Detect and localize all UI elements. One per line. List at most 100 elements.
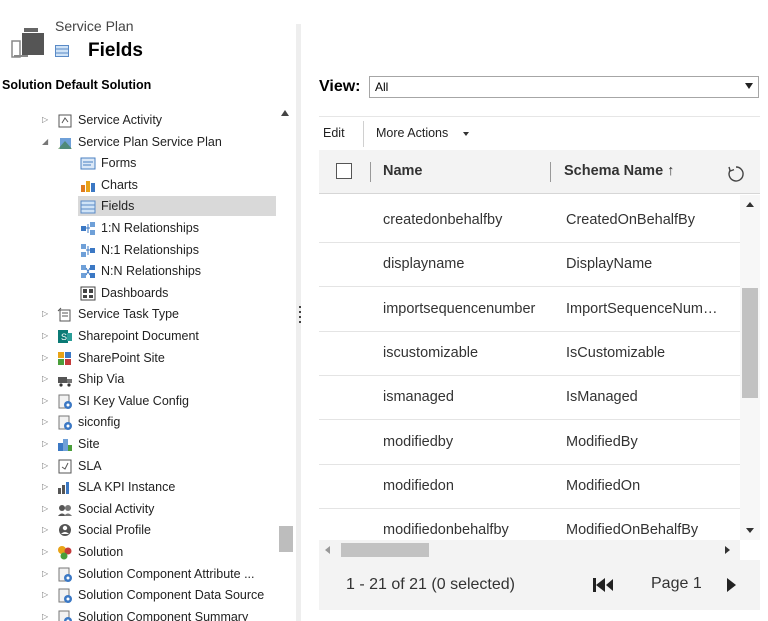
- cell-name[interactable]: ismanaged: [383, 389, 454, 405]
- cell-schema-name: ModifiedOnBehalfBy: [566, 522, 699, 539]
- collapse-arrow-icon[interactable]: ▷: [42, 585, 50, 605]
- cell-name[interactable]: displayname: [383, 256, 464, 272]
- cell-name[interactable]: modifiedby: [383, 434, 453, 450]
- refresh-icon[interactable]: [726, 164, 746, 184]
- sla-icon: [58, 459, 72, 474]
- tree-item[interactable]: ▷ Social Profile: [0, 520, 296, 540]
- column-header-schema-name[interactable]: Schema Name ↑: [564, 163, 674, 179]
- tree-item[interactable]: Forms: [0, 153, 296, 173]
- collapse-arrow-icon[interactable]: ▷: [42, 607, 50, 621]
- tree-item[interactable]: N:N Relationships: [0, 261, 296, 281]
- tree-item[interactable]: Dashboards: [0, 283, 296, 303]
- collapse-arrow-icon[interactable]: ▷: [42, 412, 50, 432]
- scroll-down-icon[interactable]: [746, 528, 754, 533]
- fields-icon: [55, 45, 69, 57]
- view-selector[interactable]: All: [369, 76, 759, 98]
- cell-name[interactable]: createdonbehalfby: [383, 212, 502, 228]
- tree-item[interactable]: N:1 Relationships: [0, 240, 296, 260]
- tree-item-label: SLA: [78, 458, 102, 473]
- table-row[interactable]: importsequencenumber ImportSequenceNum…: [319, 288, 740, 332]
- splitter-grip-icon[interactable]: [298, 306, 301, 326]
- tree-item[interactable]: ▷ siconfig: [0, 412, 296, 432]
- scroll-thumb[interactable]: [341, 543, 429, 557]
- tree-item[interactable]: ▷ SharePoint Site: [0, 348, 296, 368]
- collapse-arrow-icon[interactable]: ▷: [42, 304, 50, 324]
- config-icon: [58, 415, 72, 431]
- tree-item[interactable]: ▷ S Sharepoint Document: [0, 326, 296, 346]
- table-row[interactable]: modifiedon ModifiedOn: [319, 465, 740, 509]
- grid-header: Name Schema Name ↑: [319, 150, 760, 194]
- collapse-arrow-icon[interactable]: ▷: [42, 110, 50, 130]
- cell-name[interactable]: iscustomizable: [383, 345, 478, 361]
- collapse-arrow-icon[interactable]: ▷: [42, 456, 50, 476]
- tree-item-label: Service Task Type: [78, 307, 179, 322]
- tree-item[interactable]: ▷ SLA KPI Instance: [0, 477, 296, 497]
- scroll-up-icon[interactable]: [281, 110, 289, 116]
- tree-item[interactable]: ▷ Service Activity: [0, 110, 296, 130]
- tree-item[interactable]: ▷ Solution: [0, 542, 296, 562]
- more-actions-button[interactable]: More Actions: [376, 126, 448, 140]
- table-row[interactable]: modifiedonbehalfby ModifiedOnBehalfBy: [319, 509, 740, 540]
- cell-name[interactable]: modifiedon: [383, 478, 454, 494]
- page-number: Page 1: [651, 575, 702, 592]
- table-row[interactable]: modifiedby ModifiedBy: [319, 421, 740, 465]
- tree-item[interactable]: ▷ SLA: [0, 456, 296, 476]
- table-row[interactable]: displayname DisplayName: [319, 243, 740, 288]
- tree-item[interactable]: ▷ SI Key Value Config: [0, 391, 296, 411]
- collapse-arrow-icon[interactable]: ▷: [42, 564, 50, 584]
- scroll-up-icon[interactable]: [746, 202, 754, 207]
- sla-kpi-icon: [58, 482, 69, 495]
- scroll-right-icon[interactable]: [725, 546, 730, 554]
- table-row[interactable]: createdonbehalfby CreatedOnBehalfBy: [319, 199, 740, 243]
- scroll-thumb[interactable]: [742, 288, 758, 398]
- command-bar: Edit More Actions: [319, 116, 760, 150]
- tree-item[interactable]: 1:N Relationships: [0, 218, 296, 238]
- config-icon: [58, 567, 72, 582]
- collapse-arrow-icon[interactable]: ▷: [42, 520, 50, 540]
- collapse-arrow-icon[interactable]: ▷: [42, 348, 50, 368]
- collapse-arrow-icon[interactable]: ▷: [42, 477, 50, 497]
- view-selected-value: All: [375, 80, 389, 94]
- tree-item[interactable]: Fields: [0, 196, 296, 217]
- config-icon: [58, 610, 72, 621]
- tree-item-label: Social Profile: [78, 523, 151, 538]
- collapse-arrow-icon[interactable]: ▷: [42, 391, 50, 411]
- site-icon: [58, 439, 72, 451]
- grid-footer: 1 - 21 of 21 (0 selected) Page 1: [319, 560, 760, 610]
- command-divider: [363, 121, 364, 147]
- table-row[interactable]: ismanaged IsManaged: [319, 376, 740, 421]
- tree-item[interactable]: ▷ Solution Component Data Source: [0, 585, 296, 605]
- next-page-icon[interactable]: [727, 578, 736, 592]
- relationship-nn-icon: [81, 265, 95, 279]
- scroll-thumb[interactable]: [279, 526, 293, 552]
- grid-horizontal-scrollbar[interactable]: [319, 540, 740, 560]
- tree-item[interactable]: ▷ Service Task Type: [0, 304, 296, 324]
- collapse-arrow-icon[interactable]: ▷: [42, 499, 50, 519]
- grid-body: createdonbehalfby CreatedOnBehalfBy displa…: [319, 195, 740, 540]
- collapse-arrow-icon[interactable]: ▷: [42, 369, 50, 389]
- cell-name[interactable]: modifiedonbehalfby: [383, 522, 509, 538]
- expand-arrow-icon[interactable]: ◢: [42, 132, 50, 152]
- tree-item[interactable]: ▷ Solution Component Attribute ...: [0, 564, 296, 584]
- tree-item[interactable]: ◢ Service Plan Service Plan: [0, 132, 296, 152]
- first-page-icon[interactable]: [592, 577, 614, 593]
- grid-vertical-scrollbar[interactable]: [740, 195, 760, 540]
- tree-item[interactable]: Charts: [0, 175, 296, 195]
- caret-down-icon[interactable]: [463, 132, 469, 136]
- collapse-arrow-icon[interactable]: ▷: [42, 542, 50, 562]
- scroll-left-icon[interactable]: [325, 546, 330, 554]
- cell-name[interactable]: importsequencenumber: [383, 301, 535, 317]
- tree-item[interactable]: ▷ Ship Via: [0, 369, 296, 389]
- tree-scrollbar[interactable]: [278, 102, 294, 621]
- tree-item[interactable]: ▷ Solution Component Summary: [0, 607, 296, 621]
- solution-title: Solution Default Solution: [2, 78, 152, 92]
- tree-item[interactable]: ▷ Social Activity: [0, 499, 296, 519]
- column-header-name[interactable]: Name: [383, 163, 423, 179]
- view-label: View:: [319, 78, 361, 95]
- table-row[interactable]: iscustomizable IsCustomizable: [319, 332, 740, 376]
- tree-item[interactable]: ▷ Site: [0, 434, 296, 454]
- edit-button[interactable]: Edit: [323, 126, 345, 140]
- select-all-checkbox[interactable]: [336, 163, 352, 179]
- collapse-arrow-icon[interactable]: ▷: [42, 434, 50, 454]
- collapse-arrow-icon[interactable]: ▷: [42, 326, 50, 346]
